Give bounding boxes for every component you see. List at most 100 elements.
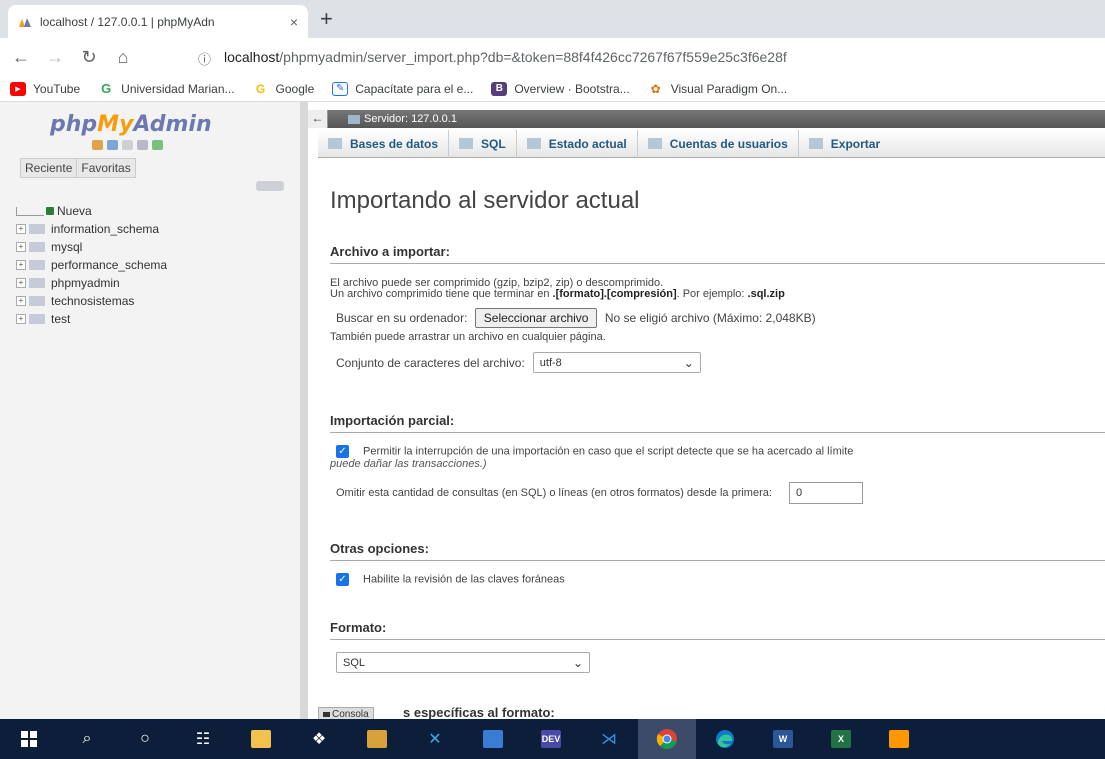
docs-icon[interactable] — [122, 140, 133, 150]
windows-taskbar: ⌕ ○ ☷ ❖ ✕ DEV ⋊ W X — [0, 719, 1105, 759]
expand-icon[interactable]: + — [16, 278, 26, 288]
partial-import-section: Importación parcial: ✓ Permitir la interr… — [330, 413, 1105, 504]
format-row: SQL ⌄ — [330, 652, 1105, 673]
bookmark-label: Visual Paradigm On... — [670, 81, 788, 96]
tab-databases[interactable]: Bases de datos — [318, 129, 450, 158]
vscode-alt-icon[interactable]: ✕ — [406, 719, 464, 759]
format-value: SQL — [343, 656, 366, 669]
file-explorer-icon[interactable] — [232, 719, 290, 759]
charset-select[interactable]: utf-8 ⌄ — [532, 352, 701, 373]
chrome-icon[interactable] — [638, 719, 696, 759]
vscode-icon[interactable]: ⋊ — [580, 719, 638, 759]
home-icon[interactable]: ⌂ — [106, 47, 140, 68]
address-bar[interactable]: ⓘ localhost/phpmyadmin/server_import.php… — [198, 43, 1098, 71]
bookmark-universidad[interactable]: G Universidad Marian... — [98, 81, 235, 96]
skip-queries-input[interactable]: 0 — [789, 482, 863, 504]
cortana-icon[interactable]: ○ — [116, 719, 174, 759]
tree-item-technosistemas[interactable]: + technosistemas — [16, 292, 167, 310]
expand-icon[interactable]: + — [16, 314, 26, 324]
tab-export[interactable]: Exportar — [799, 130, 890, 158]
other-options-section: Otras opciones: ✓ Habilite la revisión de… — [330, 541, 1105, 586]
tab-user-accounts[interactable]: Cuentas de usuarios — [638, 129, 799, 158]
tree-item-mysql[interactable]: + mysql — [16, 238, 167, 256]
bookmark-label: Overview · Bootstra... — [514, 81, 630, 96]
tab-label: Bases de datos — [350, 136, 439, 151]
sublime-icon[interactable] — [870, 719, 928, 759]
browser-tab[interactable]: localhost / 127.0.0.1 | phpMyAdn × — [8, 5, 308, 38]
bookmark-google[interactable]: G Google — [253, 81, 315, 96]
search-icon[interactable]: ⌕ — [58, 719, 116, 759]
no-file-text: No se eligió archivo — [604, 311, 710, 325]
bookmark-youtube[interactable]: ▶ YouTube — [10, 81, 80, 96]
windows-icon[interactable] — [0, 719, 58, 759]
database-icon — [29, 278, 45, 288]
store-icon[interactable] — [348, 719, 406, 759]
format-select[interactable]: SQL ⌄ — [336, 652, 590, 673]
phpmyadmin-logo[interactable]: phpMyAdmin — [50, 112, 212, 137]
excel-icon[interactable]: X — [812, 719, 870, 759]
expand-icon[interactable]: + — [16, 242, 26, 252]
settings-icon[interactable] — [137, 140, 148, 150]
tree-item-phpmyadmin[interactable]: + phpmyadmin — [16, 274, 167, 292]
tree-item-label: technosistemas — [51, 294, 135, 308]
navigation-panel: phpMyAdmin Reciente Favoritas Nueva + in… — [0, 102, 300, 719]
reload-nav-icon[interactable] — [152, 140, 163, 150]
tree-item-test[interactable]: + test — [16, 310, 167, 328]
console-toggle[interactable]: Consola — [318, 707, 374, 719]
home-icon[interactable] — [92, 140, 103, 150]
bookmark-visual-paradigm[interactable]: ✿ Visual Paradigm On... — [648, 82, 788, 96]
note-text: Un archivo comprimido tiene que terminar… — [330, 288, 553, 300]
collapse-nav-icon[interactable]: ← — [308, 110, 328, 128]
tree-item-performance-schema[interactable]: + performance_schema — [16, 256, 167, 274]
bookmark-capacitate[interactable]: ✎ Capacítate para el e... — [332, 81, 473, 96]
recent-tab[interactable]: Reciente — [20, 158, 77, 178]
allow-interrupt-note: puede dañar las transacciones.) — [330, 458, 487, 470]
tree-item-information-schema[interactable]: + information_schema — [16, 220, 167, 238]
tree-item-label: Nueva — [57, 204, 92, 218]
section-title: Otras opciones: — [330, 541, 1105, 561]
allow-interrupt-checkbox[interactable]: ✓ — [336, 445, 349, 458]
expand-icon[interactable]: + — [16, 260, 26, 270]
format-specific-title: s específicas al formato: — [403, 705, 555, 719]
logout-icon[interactable] — [107, 140, 118, 150]
dev-icon[interactable]: DEV — [522, 719, 580, 759]
server-link[interactable]: Servidor: 127.0.0.1 — [364, 113, 457, 125]
back-arrow-icon[interactable]: ← — [4, 47, 38, 68]
virtualbox-icon[interactable] — [464, 719, 522, 759]
task-view-icon[interactable]: ☷ — [174, 719, 232, 759]
word-icon[interactable]: W — [754, 719, 812, 759]
tab-status[interactable]: Estado actual — [517, 129, 638, 158]
choose-file-button[interactable]: Seleccionar archivo — [474, 308, 598, 328]
database-icon — [29, 296, 45, 306]
bookmark-bootstrap[interactable]: B Overview · Bootstra... — [491, 81, 630, 96]
tree-item-label: phpmyadmin — [51, 276, 120, 290]
google-icon: G — [101, 81, 112, 96]
tab-close-icon[interactable]: × — [290, 14, 298, 30]
panel-splitter[interactable] — [300, 102, 308, 719]
tree-item-new[interactable]: Nueva — [16, 202, 167, 220]
dropbox-icon[interactable]: ❖ — [290, 719, 348, 759]
expand-icon[interactable]: + — [16, 224, 26, 234]
note-text: . Por ejemplo: — [676, 288, 748, 300]
edge-icon[interactable] — [696, 719, 754, 759]
tree-item-label: mysql — [51, 240, 83, 254]
page-title: Importando al servidor actual — [330, 187, 640, 214]
browse-row: Buscar en su ordenador: Seleccionar arch… — [330, 308, 1105, 328]
section-title: Importación parcial: — [330, 413, 1105, 433]
foreign-key-checkbox[interactable]: ✓ — [336, 573, 349, 586]
main-content: ← Servidor: 127.0.0.1 Bases de datos SQL… — [308, 102, 1105, 719]
bookmark-label: Universidad Marian... — [121, 81, 235, 96]
fk-check-row: ✓ Habilite la revisión de las claves forá… — [330, 573, 1105, 586]
info-icon[interactable]: ⓘ — [198, 49, 220, 67]
chevron-down-icon: ⌄ — [572, 655, 583, 670]
collapse-all-icon[interactable] — [256, 181, 284, 191]
charset-value: utf-8 — [539, 356, 562, 369]
top-menu: Bases de datos SQL Estado actual Cuentas… — [318, 129, 1105, 158]
expand-icon[interactable]: + — [16, 296, 26, 306]
tab-sql[interactable]: SQL — [449, 129, 517, 158]
new-tab-button[interactable]: + — [320, 7, 333, 31]
reload-icon[interactable]: ↻ — [72, 47, 106, 68]
forward-arrow-icon[interactable]: → — [38, 47, 72, 68]
favorites-tab[interactable]: Favoritas — [76, 158, 136, 178]
bookmark-label: Google — [275, 81, 315, 96]
